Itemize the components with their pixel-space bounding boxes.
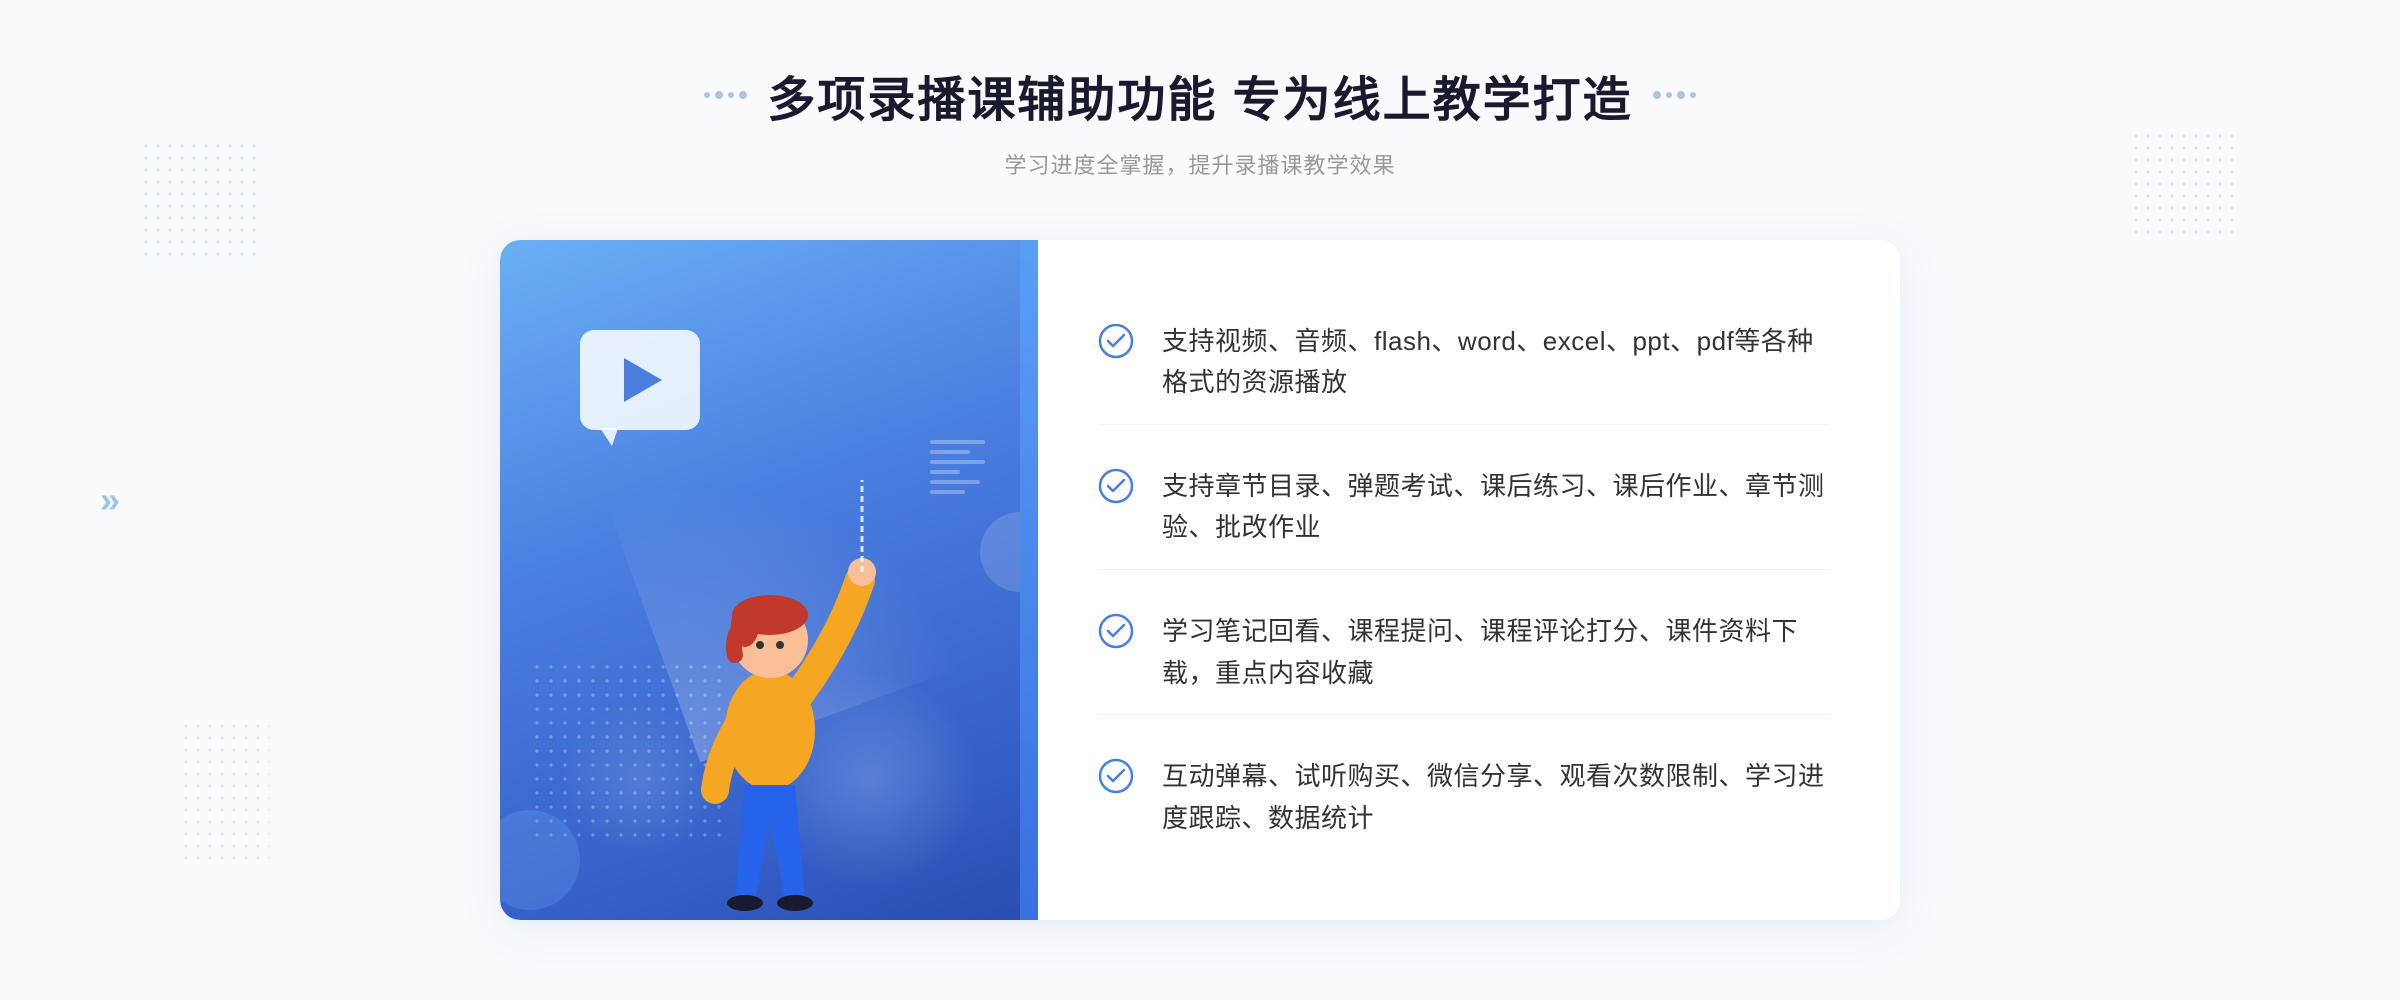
feature-item-2: 支持章节目录、弹题考试、课后练习、课后作业、章节测验、批改作业 <box>1098 446 1830 570</box>
decorative-dots-left <box>140 140 260 260</box>
dot-6 <box>1666 92 1672 98</box>
decorative-dots-bottom <box>180 720 270 860</box>
title-dots-right <box>1653 91 1696 99</box>
dot-1 <box>704 92 710 98</box>
feature-text-2: 支持章节目录、弹题考试、课后练习、课后作业、章节测验、批改作业 <box>1162 466 1830 549</box>
subtitle: 学习进度全掌握，提升录播课教学效果 <box>704 148 1695 180</box>
check-icon-4 <box>1098 758 1134 794</box>
features-panel: 支持视频、音频、flash、word、excel、ppt、pdf等各种格式的资源… <box>1038 240 1900 920</box>
play-icon <box>624 358 662 402</box>
feature-item-1: 支持视频、音频、flash、word、excel、ppt、pdf等各种格式的资源… <box>1098 301 1830 425</box>
stripe-6 <box>930 490 965 494</box>
check-icon-2 <box>1098 468 1134 504</box>
feature-text-1: 支持视频、音频、flash、word、excel、ppt、pdf等各种格式的资源… <box>1162 321 1830 404</box>
page-container: » 多项录播课辅助功能 专为线上教学打造 学习进度全掌握，提升录播课教学效果 <box>0 0 2400 1000</box>
dot-4 <box>739 91 747 99</box>
feature-item-4: 互动弹幕、试听购买、微信分享、观看次数限制、学习进度跟踪、数据统计 <box>1098 736 1830 859</box>
arrow-left-icon: » <box>100 479 120 521</box>
stripe-4 <box>930 470 960 474</box>
title-dots-left <box>704 91 747 99</box>
main-title: 多项录播课辅助功能 专为线上教学打造 <box>767 60 1632 130</box>
stripe-5 <box>930 480 980 484</box>
check-icon-3 <box>1098 613 1134 649</box>
play-bubble <box>580 330 700 430</box>
dot-2 <box>715 91 723 99</box>
person-illustration <box>620 420 900 920</box>
content-area: 支持视频、音频、flash、word、excel、ppt、pdf等各种格式的资源… <box>500 240 1900 920</box>
dot-5 <box>1653 91 1661 99</box>
stripes-decoration <box>930 440 990 540</box>
stripe-1 <box>930 440 985 444</box>
connector-bar <box>1020 240 1038 920</box>
dot-3 <box>728 92 734 98</box>
decorative-dots-right <box>2130 130 2240 240</box>
stripe-2 <box>930 450 970 454</box>
check-icon-1 <box>1098 323 1134 359</box>
illustration-panel <box>500 240 1020 920</box>
header-section: 多项录播课辅助功能 专为线上教学打造 学习进度全掌握，提升录播课教学效果 <box>704 60 1695 180</box>
feature-text-4: 互动弹幕、试听购买、微信分享、观看次数限制、学习进度跟踪、数据统计 <box>1162 756 1830 839</box>
dot-7 <box>1677 91 1685 99</box>
dot-8 <box>1690 92 1696 98</box>
stripe-3 <box>930 460 985 464</box>
title-row: 多项录播课辅助功能 专为线上教学打造 <box>704 60 1695 130</box>
feature-item-3: 学习笔记回看、课程提问、课程评论打分、课件资料下载，重点内容收藏 <box>1098 591 1830 715</box>
feature-text-3: 学习笔记回看、课程提问、课程评论打分、课件资料下载，重点内容收藏 <box>1162 611 1830 694</box>
